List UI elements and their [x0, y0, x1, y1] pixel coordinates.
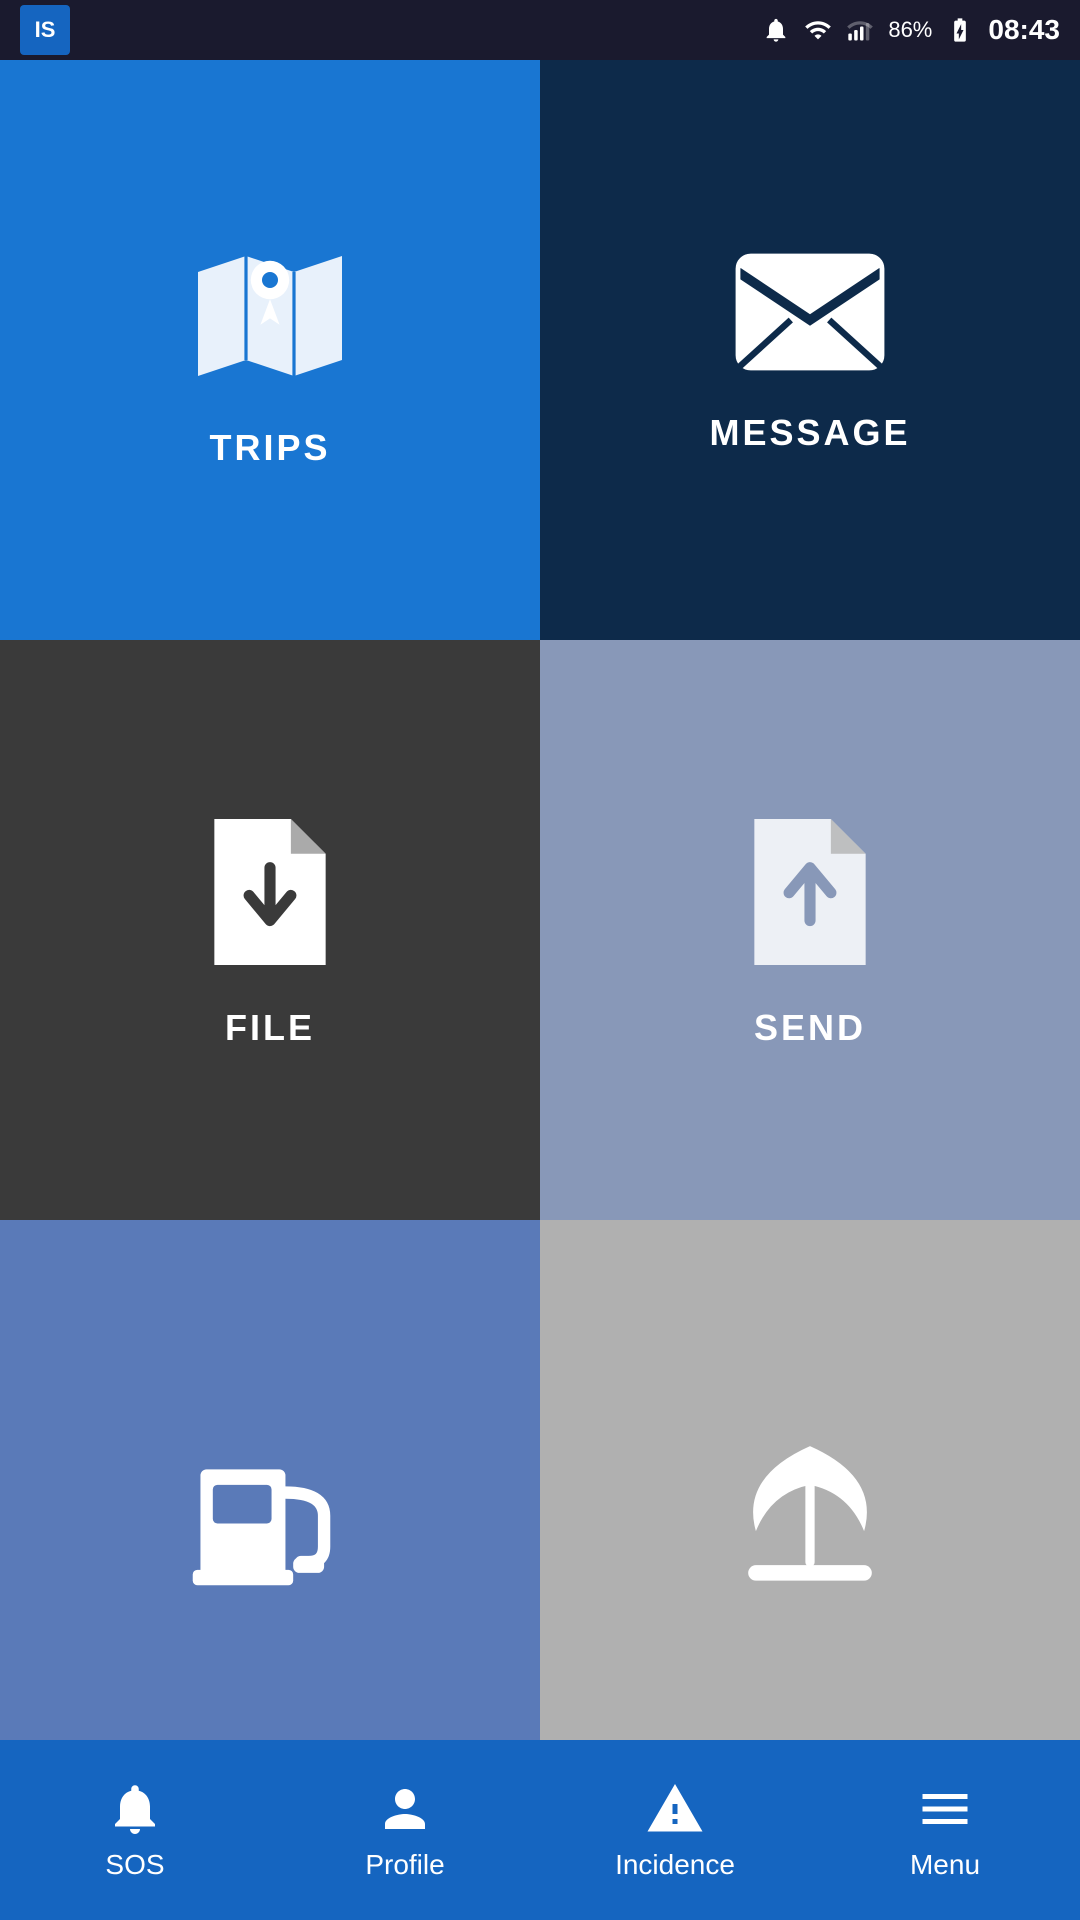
- file-upload-icon: [740, 812, 880, 977]
- battery-icon: [946, 16, 974, 44]
- app-icon: IS: [20, 5, 70, 55]
- battery-level: 86%: [888, 17, 932, 43]
- file-tile[interactable]: FILE: [0, 640, 540, 1220]
- status-bar-right: 86% 08:43: [762, 14, 1060, 46]
- bell-icon: [105, 1779, 165, 1839]
- status-bar-left: IS: [20, 5, 70, 55]
- profile-label: Profile: [365, 1849, 444, 1881]
- signal-icon: [846, 16, 874, 44]
- nav-profile[interactable]: Profile: [305, 1779, 505, 1881]
- message-tile[interactable]: MESSAGE: [540, 60, 1080, 640]
- message-label: MESSAGE: [709, 412, 910, 454]
- file-download-icon: [200, 812, 340, 977]
- send-tile[interactable]: SEND: [540, 640, 1080, 1220]
- sos-label: SOS: [105, 1849, 164, 1881]
- alert-triangle-icon: [645, 1779, 705, 1839]
- map-pin-icon: [190, 232, 350, 397]
- status-bar: IS 86% 08:43: [0, 0, 1080, 60]
- fuel-tile[interactable]: [0, 1220, 540, 1800]
- hamburger-icon: [915, 1779, 975, 1839]
- envelope-icon: [730, 247, 890, 382]
- nav-menu[interactable]: Menu: [845, 1779, 1045, 1881]
- wifi-icon: [804, 16, 832, 44]
- vacation-tile[interactable]: [540, 1220, 1080, 1800]
- fuel-icon: [185, 1423, 355, 1598]
- nav-incidence[interactable]: Incidence: [575, 1779, 775, 1881]
- file-label: FILE: [225, 1007, 315, 1049]
- menu-label: Menu: [910, 1849, 980, 1881]
- trips-tile[interactable]: TRIPS: [0, 60, 540, 640]
- send-label: SEND: [754, 1007, 866, 1049]
- nav-sos[interactable]: SOS: [35, 1779, 235, 1881]
- trips-label: TRIPS: [209, 427, 330, 469]
- status-time: 08:43: [988, 14, 1060, 46]
- main-grid: TRIPS MESSAGE FILE: [0, 60, 1080, 1800]
- incidence-label: Incidence: [615, 1849, 735, 1881]
- alarm-icon: [762, 16, 790, 44]
- bottom-nav: SOS Profile Incidence Menu: [0, 1740, 1080, 1920]
- beach-icon: [725, 1428, 895, 1593]
- person-icon: [375, 1779, 435, 1839]
